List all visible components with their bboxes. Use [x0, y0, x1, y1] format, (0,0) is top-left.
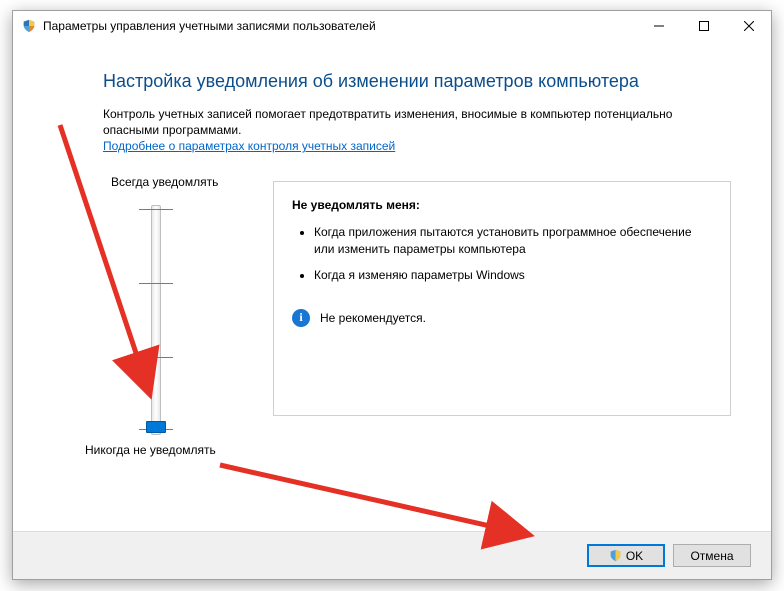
close-button[interactable] [726, 11, 771, 41]
intro-text: Контроль учетных записей помогает предот… [103, 106, 731, 138]
slider-top-label: Всегда уведомлять [111, 175, 253, 189]
content-area: Настройка уведомления об изменении парам… [13, 41, 771, 457]
slider-thumb[interactable] [146, 421, 166, 433]
slider-bottom-label: Никогда не уведомлять [85, 443, 253, 457]
cancel-button[interactable]: Отмена [673, 544, 751, 567]
description-bullet: Когда я изменяю параметры Windows [314, 267, 712, 283]
titlebar[interactable]: Параметры управления учетными записями п… [13, 11, 771, 41]
shield-icon [609, 549, 622, 562]
cancel-button-label: Отмена [690, 549, 733, 563]
window-title: Параметры управления учетными записями п… [43, 19, 376, 33]
shield-icon [21, 18, 37, 34]
info-icon: i [292, 309, 310, 327]
maximize-button[interactable] [681, 11, 726, 41]
minimize-button[interactable] [636, 11, 681, 41]
description-bullet: Когда приложения пытаются установить про… [314, 224, 712, 256]
footer: OK Отмена [13, 531, 771, 579]
recommendation-text: Не рекомендуется. [320, 311, 426, 325]
learn-more-link[interactable]: Подробнее о параметрах контроля учетных … [103, 139, 395, 153]
description-panel: Не уведомлять меня: Когда приложения пыт… [273, 181, 731, 416]
ok-button-label: OK [626, 549, 643, 563]
description-title: Не уведомлять меня: [292, 198, 712, 212]
notification-slider[interactable] [131, 205, 181, 435]
uac-settings-window: Параметры управления учетными записями п… [12, 10, 772, 580]
page-heading: Настройка уведомления об изменении парам… [103, 59, 731, 106]
ok-button[interactable]: OK [587, 544, 665, 567]
